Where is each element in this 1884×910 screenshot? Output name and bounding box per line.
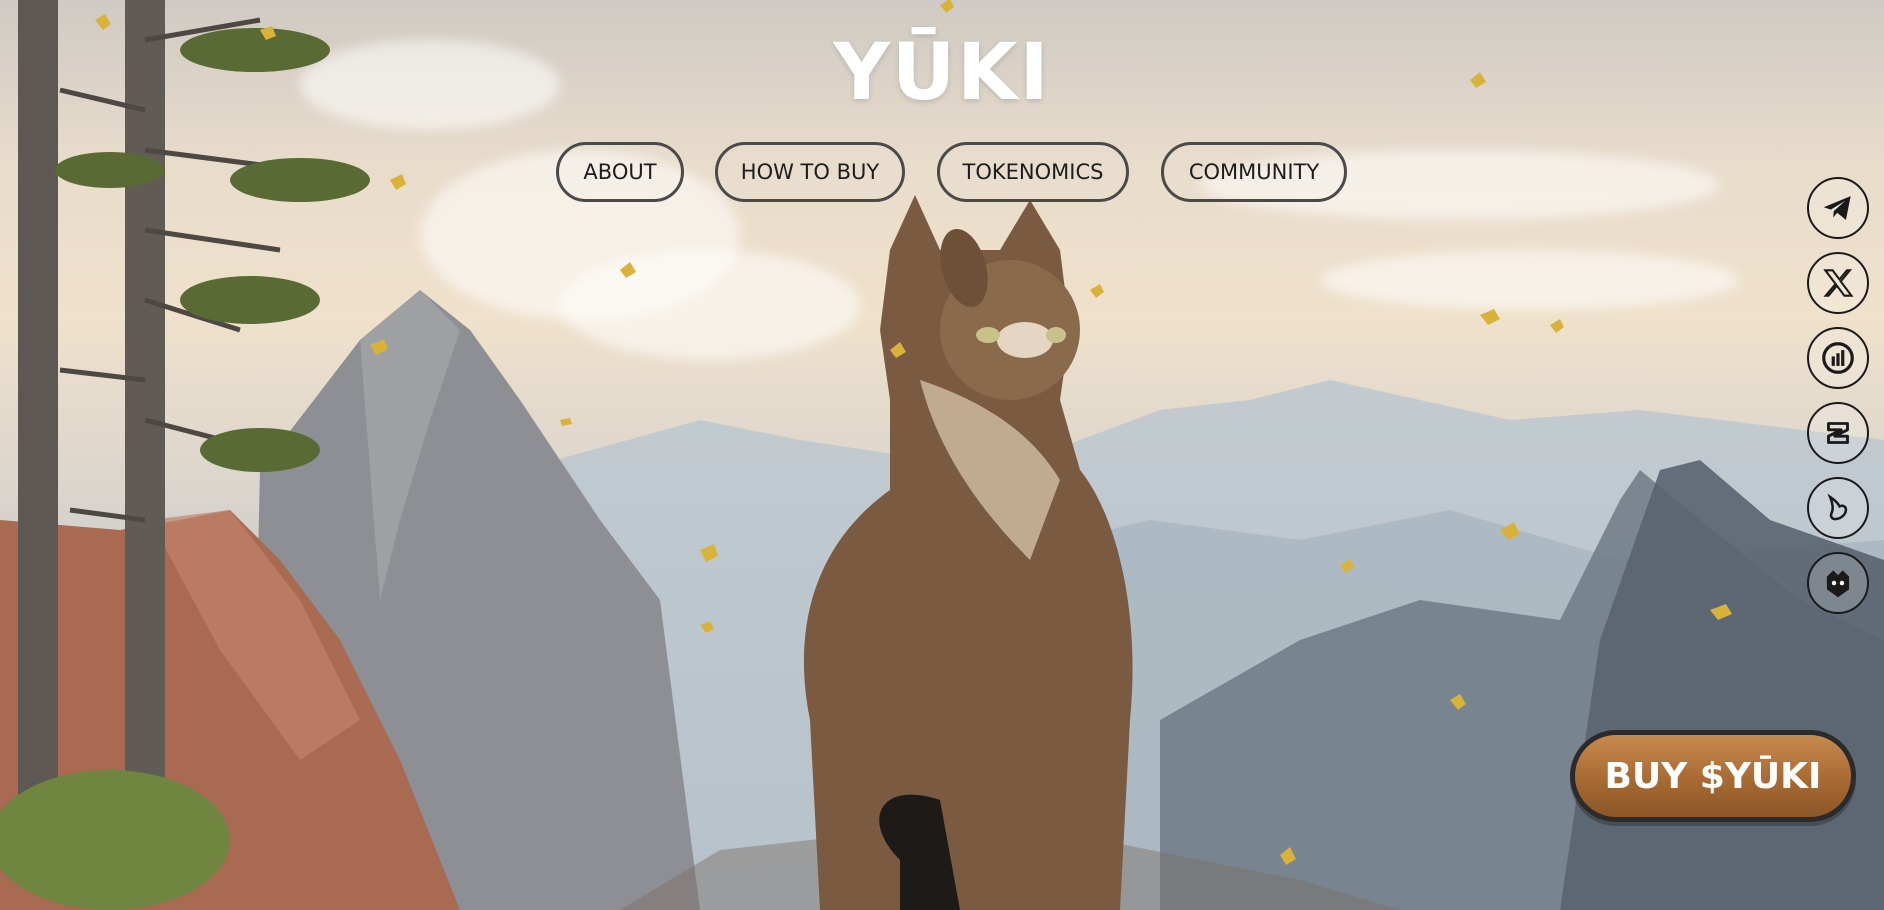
dexscreener-link[interactable]	[1807, 327, 1869, 389]
site-logo[interactable]: YŪKI	[0, 28, 1884, 118]
uniswap-link[interactable]	[1807, 477, 1869, 539]
dexscreener-icon	[1822, 342, 1854, 374]
uniswap-icon	[1827, 493, 1848, 521]
nav-about-button[interactable]: ABOUT	[556, 142, 684, 202]
buy-token-button[interactable]: BUY $YŪKI	[1570, 730, 1856, 822]
telegram-link[interactable]	[1807, 177, 1869, 239]
coingecko-icon	[1827, 422, 1849, 444]
x-twitter-link[interactable]	[1807, 252, 1869, 314]
main-nav: ABOUT HOW TO BUY TOKENOMICS COMMUNITY	[0, 142, 1884, 206]
x-twitter-icon	[1823, 269, 1854, 297]
coingecko-link[interactable]	[1807, 402, 1869, 464]
telegram-icon	[1823, 196, 1851, 220]
nav-community-button[interactable]: COMMUNITY	[1161, 142, 1347, 202]
etherscan-icon	[1826, 570, 1850, 598]
etherscan-link[interactable]	[1807, 552, 1869, 614]
nav-tokenomics-button[interactable]: TOKENOMICS	[937, 142, 1129, 202]
nav-how-to-buy-button[interactable]: HOW TO BUY	[715, 142, 905, 202]
